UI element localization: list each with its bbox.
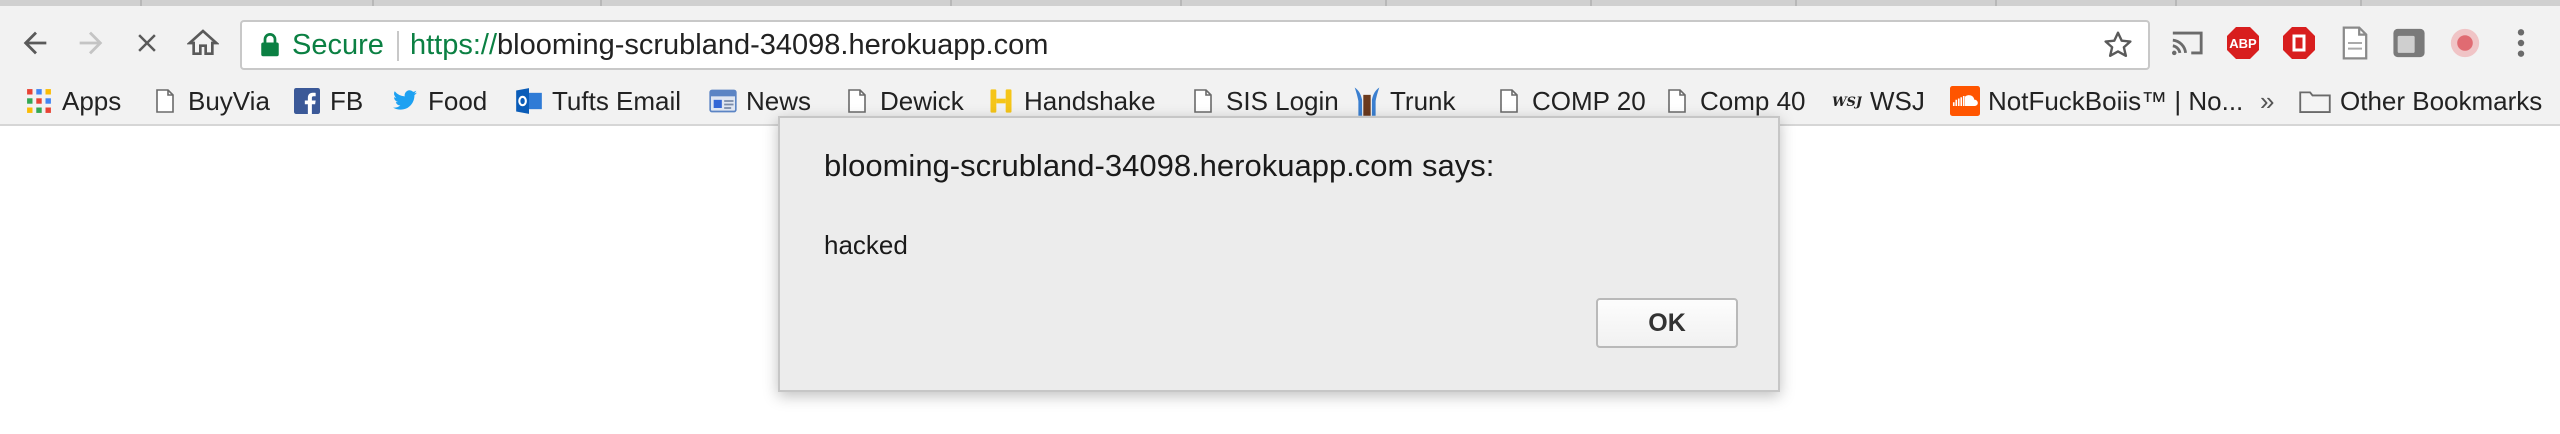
extension-record-button[interactable] — [2446, 24, 2484, 62]
page-icon — [842, 86, 872, 116]
address-bar[interactable]: Secure https://blooming-scrubland-34098.… — [240, 20, 2150, 70]
handshake-icon — [986, 86, 1016, 116]
window-icon — [2393, 28, 2425, 58]
chevron-double-right-icon: » — [2260, 85, 2275, 116]
bookmark-label: FB — [330, 85, 364, 116]
alert-dialog: blooming-scrubland-34098.herokuapp.com s… — [778, 116, 1780, 392]
back-button[interactable] — [12, 20, 58, 66]
home-button[interactable] — [180, 20, 226, 66]
url-text[interactable]: https://blooming-scrubland-34098.herokua… — [410, 22, 1048, 68]
folder-icon — [2298, 86, 2332, 116]
bookmark-notfuckboiis[interactable]: NotFuckBoiis™ | No... — [1950, 78, 2243, 124]
bookmark-buyvia[interactable]: BuyVia — [150, 78, 270, 124]
twitter-bird-icon — [390, 86, 420, 116]
secure-label: Secure — [292, 28, 384, 61]
browser-menu-button[interactable] — [2502, 24, 2540, 62]
page-icon — [1188, 86, 1218, 116]
dialog-message: hacked — [824, 230, 908, 260]
stop-button[interactable] — [124, 20, 170, 66]
bookmark-label: BuyVia — [188, 85, 270, 116]
other-bookmarks-label: Other Bookmarks — [2340, 85, 2543, 116]
lock-icon — [261, 33, 279, 57]
bookmark-label: Handshake — [1024, 85, 1156, 116]
extension-stop-button[interactable] — [2280, 24, 2318, 62]
forward-button[interactable] — [68, 20, 114, 66]
soundcloud-icon — [1950, 86, 1980, 116]
security-indicator[interactable]: Secure — [260, 22, 384, 68]
forward-arrow-icon — [79, 31, 103, 55]
bookmark-fb[interactable]: FB — [292, 78, 363, 124]
page-icon — [2342, 26, 2368, 60]
cast-button[interactable] — [2168, 24, 2206, 62]
news-icon — [708, 86, 738, 116]
cast-icon — [2171, 31, 2203, 56]
bookmark-label: Comp 40 — [1700, 85, 1806, 116]
back-arrow-icon — [23, 31, 47, 55]
record-icon — [2450, 28, 2480, 58]
wsj-icon: WSJ — [1832, 86, 1862, 116]
apps-grid-icon — [24, 86, 54, 116]
dialog-title: blooming-scrubland-34098.herokuapp.com s… — [824, 148, 1495, 183]
bookmark-label: Tufts Email — [552, 85, 682, 116]
outlook-icon — [514, 86, 544, 116]
extension-page-button[interactable] — [2336, 24, 2374, 62]
adblock-text: ABP — [2229, 36, 2257, 51]
facebook-icon — [292, 86, 322, 116]
bookmark-apps[interactable]: Apps — [24, 78, 121, 124]
url-host: blooming-scrubland-34098.herokuapp.com — [497, 28, 1049, 61]
page-icon — [150, 86, 180, 116]
bookmark-wsj[interactable]: WSJ WSJ — [1832, 78, 1925, 124]
bookmark-label: SIS Login — [1226, 85, 1339, 116]
home-icon — [187, 29, 219, 55]
bookmark-tufts-email[interactable]: Tufts Email — [514, 78, 681, 124]
bookmark-star-button[interactable] — [2102, 29, 2134, 66]
bookmark-label: NotFuckBoiis™ | No... — [1988, 85, 2244, 116]
adblock-icon: ABP — [2227, 27, 2259, 59]
bookmarks-overflow-button[interactable]: » — [2260, 78, 2274, 124]
other-bookmarks-folder[interactable]: Other Bookmarks — [2298, 78, 2542, 124]
stop-sign-icon — [2283, 27, 2315, 59]
bookmark-label: WSJ — [1870, 85, 1925, 116]
page-icon — [1662, 86, 1692, 116]
bookmark-label: Apps — [62, 85, 122, 116]
trunk-icon — [1352, 86, 1382, 116]
page-icon — [1494, 86, 1524, 116]
bookmark-food[interactable]: Food — [390, 78, 487, 124]
ok-button[interactable]: OK — [1596, 298, 1738, 348]
url-scheme: https:// — [410, 28, 498, 61]
more-icon — [2517, 29, 2525, 57]
adblock-button[interactable]: ABP — [2224, 24, 2262, 62]
bookmark-label: Food — [428, 85, 488, 116]
bookmark-label: News — [746, 85, 812, 116]
bookmark-label: COMP 20 — [1532, 85, 1646, 116]
svg-text:WSJ: WSJ — [1832, 95, 1862, 110]
bookmark-label: Dewick — [880, 85, 964, 116]
stop-icon — [138, 34, 156, 52]
star-icon — [2104, 31, 2132, 57]
bookmark-label: Trunk — [1390, 85, 1456, 116]
browser-toolbar: Secure https://blooming-scrubland-34098.… — [0, 6, 2560, 78]
extension-window-button[interactable] — [2390, 24, 2428, 62]
omnibox-separator — [397, 31, 399, 61]
